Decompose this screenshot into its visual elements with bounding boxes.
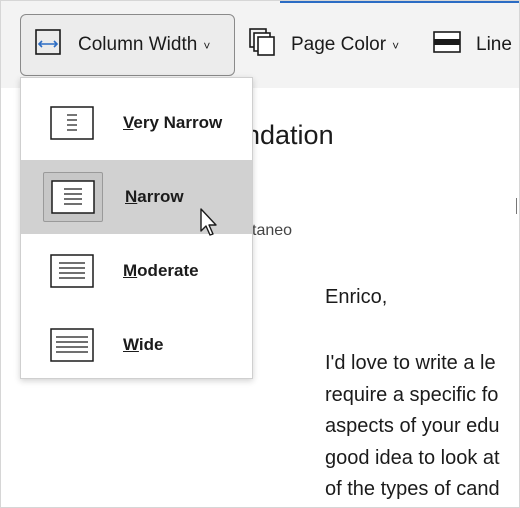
paragraph-line: of the types of cand [325, 478, 500, 500]
menu-item-wide[interactable]: Wide [21, 308, 252, 382]
mouse-pointer-icon [199, 207, 221, 242]
page-color-label: Page Color [291, 34, 387, 55]
line-button[interactable]: Line [433, 30, 512, 60]
menu-item-moderate[interactable]: Moderate [21, 234, 252, 308]
ribbon-toolbar: Column Width ˅ Page Color ˅ Line [0, 0, 520, 88]
document-greeting: Enrico, [325, 286, 388, 308]
document-subtitle: taneo [252, 222, 293, 239]
menu-item-label: Narrow [125, 187, 184, 206]
margin-mark [516, 198, 520, 214]
narrow-icon [43, 172, 103, 222]
line-icon [433, 30, 461, 60]
page-color-button[interactable]: Page Color ˅ [248, 27, 399, 63]
chevron-down-icon: ˅ [203, 39, 211, 53]
paragraph-line: good idea to look at [325, 446, 500, 469]
moderate-icon [43, 247, 101, 295]
very-narrow-icon [43, 99, 101, 147]
paragraph-line: require a specific fo [325, 383, 499, 406]
column-width-icon [33, 28, 63, 62]
menu-item-label: Moderate [123, 261, 199, 280]
ribbon-accent-bar [280, 0, 520, 3]
document-paragraph: I'd love to write a le require a specifi… [325, 348, 500, 506]
chevron-down-icon: ˅ [392, 39, 400, 53]
paragraph-line: aspects of your edu [325, 415, 500, 437]
page-color-icon [248, 27, 276, 63]
menu-item-very-narrow[interactable]: Very Narrow [21, 86, 252, 160]
paragraph-line: I'd love to write a le [325, 352, 496, 374]
line-label: Line [476, 34, 512, 55]
column-width-label: Column Width [78, 34, 198, 55]
wide-icon [43, 321, 101, 369]
menu-item-label: Very Narrow [123, 113, 223, 132]
document-title: ndation [245, 120, 334, 150]
menu-item-label: Wide [123, 335, 164, 354]
column-width-button[interactable]: Column Width ˅ [20, 14, 235, 76]
